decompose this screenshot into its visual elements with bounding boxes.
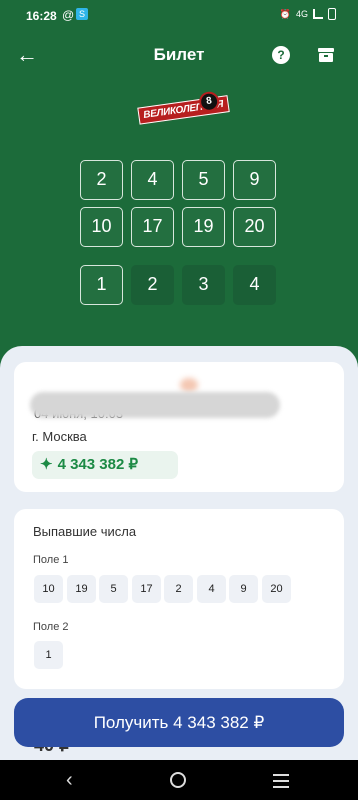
blurred-accent bbox=[180, 378, 198, 392]
sync-icon: S bbox=[76, 8, 88, 20]
drawn-number-chip: 10 bbox=[34, 575, 63, 603]
claim-prize-button[interactable]: Получить 4 343 382 ₽ bbox=[14, 698, 344, 747]
ticket-number[interactable]: 5 bbox=[182, 160, 225, 200]
status-bar: 16:28 @ S ⏰ 4G bbox=[0, 0, 358, 30]
draw-city: г. Москва bbox=[32, 429, 87, 444]
field2-number[interactable]: 1 bbox=[80, 265, 123, 305]
drawn-numbers-title: Выпавшие числа bbox=[33, 524, 137, 539]
prize-badge: ✦ 4 343 382 ₽ bbox=[32, 451, 178, 479]
page-title: Билет bbox=[153, 45, 205, 64]
ticket-number[interactable]: 10 bbox=[80, 207, 123, 247]
field2-label: Поле 2 bbox=[33, 621, 69, 633]
field2-number[interactable]: 4 bbox=[233, 265, 276, 305]
system-nav-bar: ‹ bbox=[0, 760, 358, 800]
drawn-number-chip: 4 bbox=[197, 575, 226, 603]
ticket-number[interactable]: 2 bbox=[80, 160, 123, 200]
prize-amount: 4 343 382 ₽ bbox=[57, 456, 139, 473]
at-icon: @ bbox=[62, 8, 75, 22]
field2-number[interactable]: 2 bbox=[131, 265, 174, 305]
ticket-number[interactable]: 19 bbox=[182, 207, 225, 247]
drawn-number-chip: 19 bbox=[67, 575, 96, 603]
help-icon[interactable]: ? bbox=[272, 46, 290, 64]
nav-home-icon[interactable] bbox=[170, 772, 186, 788]
signal-icon bbox=[313, 9, 323, 19]
sparkle-icon: ✦ bbox=[40, 456, 53, 473]
ticket-number[interactable]: 9 bbox=[233, 160, 276, 200]
blurred-draw-number bbox=[30, 392, 280, 418]
ticket-number[interactable]: 17 bbox=[131, 207, 174, 247]
status-time: 16:28 bbox=[26, 9, 57, 23]
drawn-number-chip: 17 bbox=[132, 575, 161, 603]
alarm-icon: ⏰ bbox=[279, 8, 291, 19]
nav-recents-icon[interactable] bbox=[273, 774, 289, 792]
ticket-number[interactable]: 4 bbox=[131, 160, 174, 200]
archive-icon[interactable] bbox=[317, 46, 335, 64]
drawn-number-chip: 20 bbox=[262, 575, 291, 603]
app-bar: ← Билет ? bbox=[0, 38, 358, 74]
drawn-number-chip: 1 bbox=[34, 641, 63, 669]
network-label: 4G bbox=[295, 9, 308, 19]
drawn-number-chip: 2 bbox=[164, 575, 193, 603]
field2-number[interactable]: 3 bbox=[182, 265, 225, 305]
drawn-number-chip: 5 bbox=[99, 575, 128, 603]
nav-back-icon[interactable]: ‹ bbox=[66, 769, 73, 792]
field1-label: Поле 1 bbox=[33, 554, 69, 566]
drawn-number-chip: 9 bbox=[229, 575, 258, 603]
lottery-logo: ВЕЛИКОЛЕПНАЯ 8 bbox=[136, 90, 230, 129]
ticket-number[interactable]: 20 bbox=[233, 207, 276, 247]
battery-icon bbox=[328, 8, 336, 20]
status-icons: ⏰ 4G bbox=[280, 8, 336, 20]
